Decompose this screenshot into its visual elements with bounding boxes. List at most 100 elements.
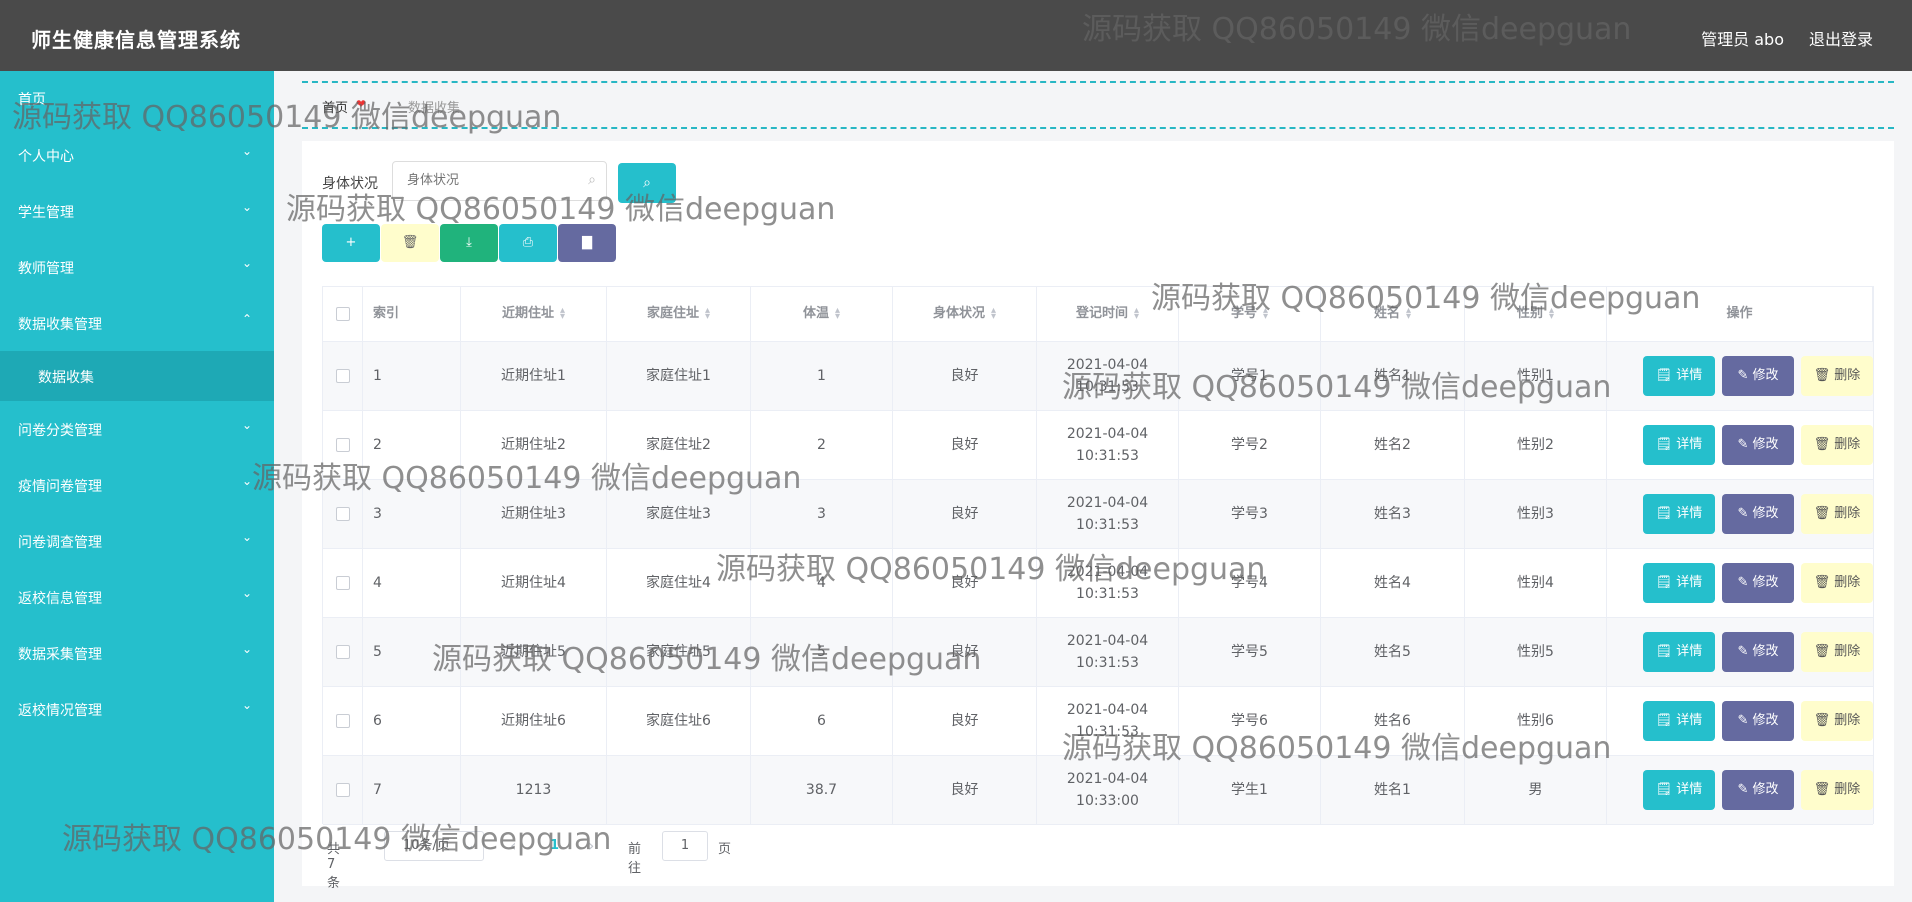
- table-cell: 5: [751, 618, 893, 686]
- sidebar-subitem-active[interactable]: 数据收集: [0, 351, 274, 401]
- column-header[interactable]: 家庭住址 ▴ ▾: [607, 287, 751, 341]
- column-header[interactable]: 近期住址 ▴ ▾: [461, 287, 607, 341]
- sidebar-item[interactable]: 数据收集管理 ⌃: [0, 295, 274, 351]
- column-header[interactable]: 性别 ▴ ▾: [1465, 287, 1607, 341]
- column-header[interactable]: 登记时间 ▴ ▾: [1037, 287, 1179, 341]
- sidebar-item-home[interactable]: 首页: [0, 71, 274, 127]
- column-header[interactable]: 姓名 ▴ ▾: [1321, 287, 1465, 341]
- table-cell: 2: [363, 411, 461, 479]
- sort-icon[interactable]: ▴ ▾: [1549, 306, 1554, 322]
- table-cell: 6: [751, 687, 893, 755]
- search-button[interactable]: ⌕: [618, 163, 676, 203]
- current-page[interactable]: 1: [550, 838, 559, 853]
- sidebar-item[interactable]: 返校情况管理 ⌄: [0, 681, 274, 737]
- batch-delete-button[interactable]: 🗑: [381, 224, 439, 262]
- chevron-up-icon: ⌃: [241, 312, 252, 326]
- cell-value: 学号4: [1231, 575, 1268, 591]
- print-button[interactable]: ⎙: [499, 224, 557, 262]
- logout-link[interactable]: 退出登录: [1809, 26, 1873, 50]
- cell-value: 近期住址4: [501, 575, 566, 591]
- row-checkbox[interactable]: [335, 369, 350, 383]
- sidebar-item[interactable]: 问卷分类管理 ⌄: [0, 401, 274, 457]
- row-checkbox[interactable]: [335, 438, 350, 452]
- chevron-down-icon: ⌄: [241, 256, 252, 270]
- table-cell: 近期住址1: [461, 342, 607, 410]
- page-size-select[interactable]: 10条/页 ⌄: [384, 831, 484, 861]
- sort-icon[interactable]: ▴ ▾: [560, 306, 565, 322]
- sort-icon[interactable]: ▴ ▾: [1263, 306, 1268, 322]
- detail-button[interactable]: 🗒 详情: [1643, 701, 1715, 741]
- sidebar-item[interactable]: 教师管理 ⌄: [0, 239, 274, 295]
- table-row: 6 近期住址6 家庭住址6 6 良好 2021-04-04 10:31:53 学号6 姓名6 性…: [323, 687, 1873, 756]
- edit-button[interactable]: ✎ 修改: [1722, 770, 1794, 810]
- detail-button[interactable]: 🗒 详情: [1643, 770, 1715, 810]
- edit-button[interactable]: ✎ 修改: [1722, 563, 1794, 603]
- data-table: 索引 近期住址 ▴ ▾ 家庭住址 ▴ ▾ 体温 ▴ ▾ 身体状况 ▴ ▾ 登记时间 ▴ ▾ 学号 ▴ ▾ 姓名 ▴ ▾ 性别…: [322, 286, 1874, 825]
- table-cell: 38.7: [751, 756, 893, 824]
- delete-button[interactable]: 🗑 删除: [1801, 356, 1873, 396]
- chevron-down-icon: ⌄: [241, 698, 252, 712]
- cell-value: 2021-04-04 10:31:53: [1066, 564, 1149, 602]
- prev-page-button[interactable]: ‹: [510, 836, 516, 855]
- detail-button[interactable]: 🗒 详情: [1643, 494, 1715, 534]
- table-cell: 近期住址5: [461, 618, 607, 686]
- row-checkbox[interactable]: [335, 507, 350, 521]
- sort-icon[interactable]: ▴ ▾: [835, 306, 840, 322]
- cell-value: 38.7: [805, 782, 838, 798]
- delete-button[interactable]: 🗑 删除: [1801, 494, 1873, 534]
- table-row: 3 近期住址3 家庭住址3 3 良好 2021-04-04 10:31:53 学号3 姓名3 性…: [323, 480, 1873, 549]
- goto-page-input[interactable]: 1: [662, 831, 708, 861]
- detail-button[interactable]: 🗒 详情: [1643, 425, 1715, 465]
- breadcrumb-current: 数据收集: [408, 101, 461, 116]
- column-header-label: 登记时间: [1075, 306, 1128, 321]
- sidebar-item[interactable]: 疫情问卷管理 ⌄: [0, 457, 274, 513]
- search-input[interactable]: [407, 162, 577, 198]
- edit-button[interactable]: ✎ 修改: [1722, 356, 1794, 396]
- sort-icon[interactable]: ▴ ▾: [991, 306, 996, 322]
- edit-button[interactable]: ✎ 修改: [1722, 494, 1794, 534]
- add-button[interactable]: +: [322, 224, 380, 262]
- search-icon: ⌕: [588, 172, 596, 188]
- breadcrumb-home[interactable]: 首页: [322, 97, 348, 116]
- delete-button[interactable]: 🗑 删除: [1801, 563, 1873, 603]
- sidebar-item[interactable]: 返校信息管理 ⌄: [0, 569, 274, 625]
- edit-button[interactable]: ✎ 修改: [1722, 701, 1794, 741]
- row-checkbox[interactable]: [335, 576, 350, 590]
- detail-button[interactable]: 🗒 详情: [1643, 563, 1715, 603]
- table-cell: 2021-04-04 10:31:53: [1037, 549, 1179, 617]
- delete-button[interactable]: 🗑 删除: [1801, 425, 1873, 465]
- cell-value: 学号6: [1231, 713, 1268, 729]
- cell-value: 家庭住址1: [646, 368, 711, 384]
- table-cell: 1213: [461, 756, 607, 824]
- column-header[interactable]: 体温 ▴ ▾: [751, 287, 893, 341]
- cell-value: 6: [373, 713, 382, 729]
- sort-icon[interactable]: ▴ ▾: [1406, 306, 1411, 322]
- select-all-checkbox[interactable]: [335, 307, 350, 321]
- table-row: 2 近期住址2 家庭住址2 2 良好 2021-04-04 10:31:53 学号2 姓名2 性…: [323, 411, 1873, 480]
- sidebar-item[interactable]: 个人中心 ⌄: [0, 127, 274, 183]
- column-header[interactable]: 学号 ▴ ▾: [1179, 287, 1321, 341]
- export-button[interactable]: ⤓: [440, 224, 498, 262]
- sidebar-item[interactable]: 学生管理 ⌄: [0, 183, 274, 239]
- row-checkbox[interactable]: [335, 714, 350, 728]
- search-field[interactable]: ⌕: [392, 161, 607, 201]
- delete-button[interactable]: 🗑 删除: [1801, 701, 1873, 741]
- edit-button[interactable]: ✎ 修改: [1722, 425, 1794, 465]
- detail-button[interactable]: 🗒 详情: [1643, 356, 1715, 396]
- sort-icon[interactable]: ▴ ▾: [1134, 306, 1139, 322]
- delete-button[interactable]: 🗑 删除: [1801, 770, 1873, 810]
- sidebar-item[interactable]: 数据采集管理 ⌄: [0, 625, 274, 681]
- cell-value: 姓名6: [1374, 713, 1411, 729]
- sidebar-item[interactable]: 问卷调查管理 ⌄: [0, 513, 274, 569]
- next-page-button[interactable]: ›: [588, 836, 594, 855]
- delete-button[interactable]: 🗑 删除: [1801, 632, 1873, 672]
- sort-icon[interactable]: ▴ ▾: [705, 306, 710, 322]
- sidebar-item-label: 数据采集管理: [18, 647, 102, 663]
- column-header[interactable]: 身体状况 ▴ ▾: [893, 287, 1037, 341]
- cell-value: 性别6: [1517, 713, 1554, 729]
- row-checkbox[interactable]: [335, 645, 350, 659]
- edit-button[interactable]: ✎ 修改: [1722, 632, 1794, 672]
- chart-button[interactable]: ▇: [558, 224, 616, 262]
- row-checkbox[interactable]: [335, 783, 350, 797]
- detail-button[interactable]: 🗒 详情: [1643, 632, 1715, 672]
